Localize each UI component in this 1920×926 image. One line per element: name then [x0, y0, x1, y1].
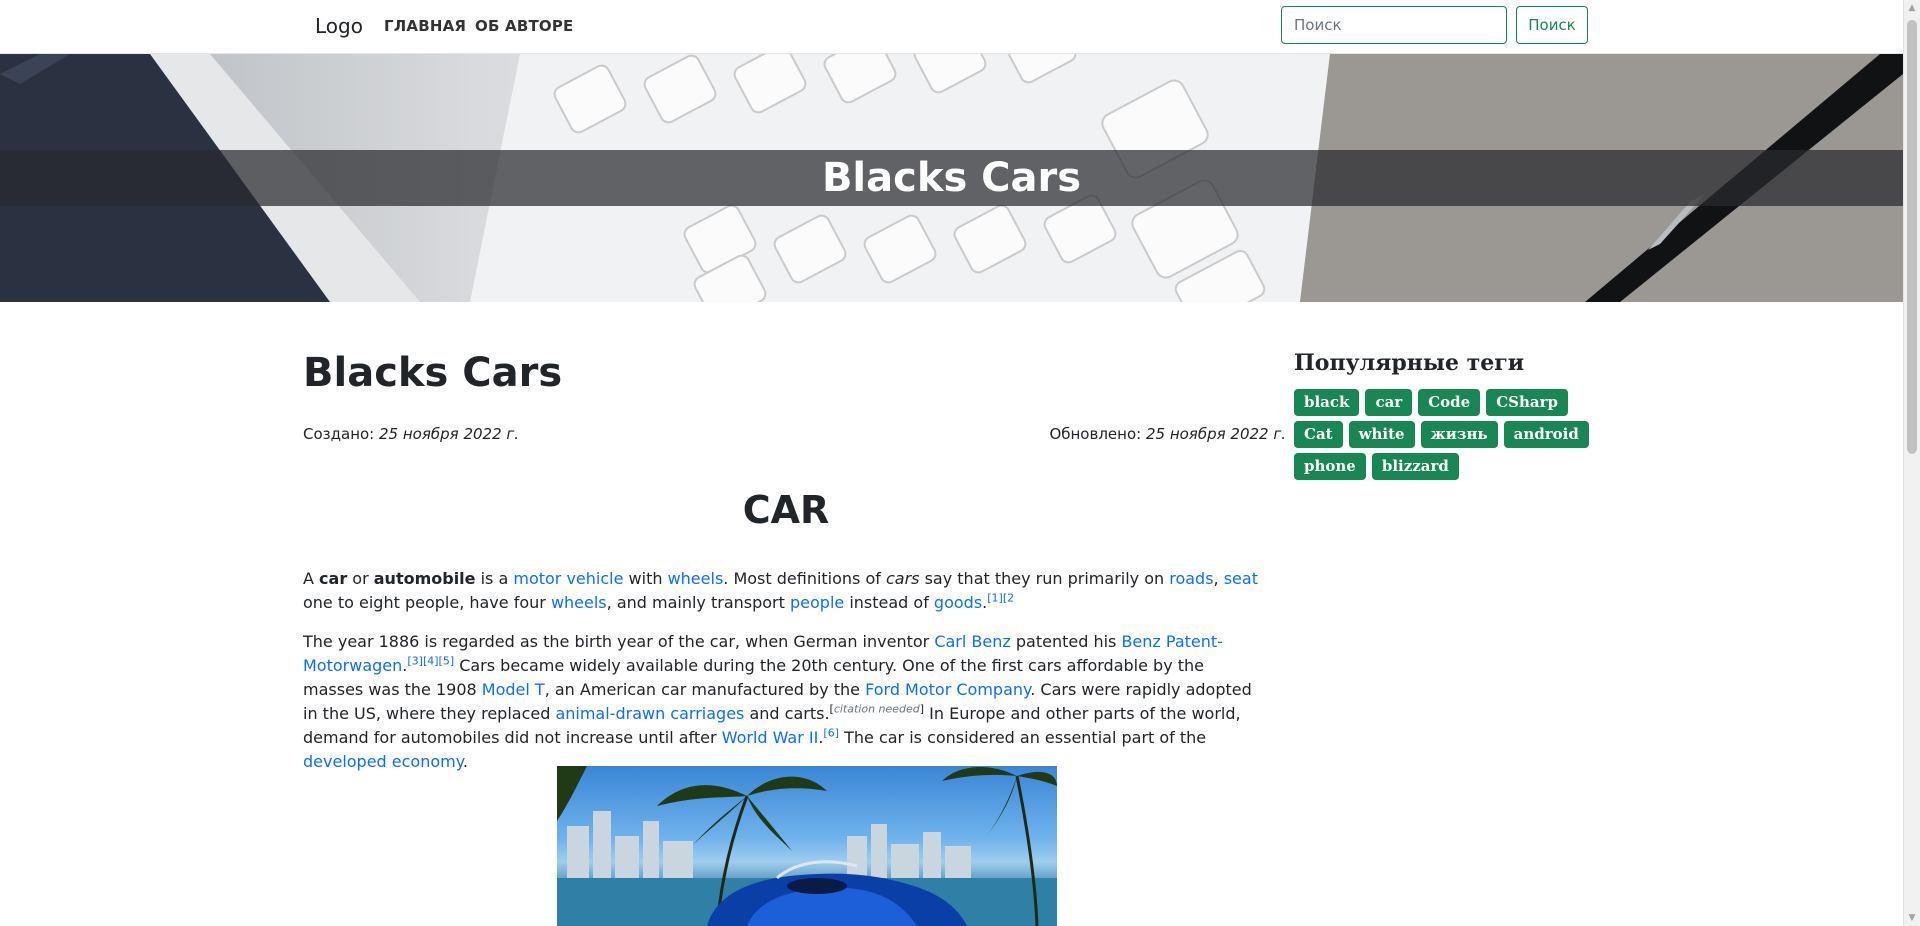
tag-white[interactable]: white — [1348, 421, 1415, 448]
link-animal-drawn-carriages[interactable]: animal-drawn carriages — [555, 704, 744, 723]
link-people[interactable]: people — [790, 593, 844, 612]
car-photo-drawing — [557, 766, 1057, 926]
reference-link[interactable]: [3][4][5] — [407, 655, 454, 668]
scroll-down-arrow-icon[interactable]: ▼ — [1904, 910, 1920, 926]
text: , — [1213, 569, 1224, 588]
tag-blizzard[interactable]: blizzard — [1371, 453, 1459, 480]
link-ford-motor-company[interactable]: Ford Motor Company — [865, 680, 1030, 699]
created-label: Создано: — [303, 425, 375, 443]
article-heading: CAR — [742, 488, 830, 532]
reference-link[interactable]: [6] — [823, 727, 839, 740]
link-goods[interactable]: goods — [934, 593, 982, 612]
tag-life[interactable]: жизнь — [1420, 421, 1498, 448]
text: is a — [475, 569, 514, 588]
created-date: Создано: 25 ноября 2022 г. — [303, 425, 519, 443]
italic-text: cars — [885, 569, 920, 588]
popular-tags-title: Популярные теги — [1294, 350, 1525, 376]
updated-label: Обновлено: — [1049, 425, 1142, 443]
link-model-t[interactable]: Model T — [482, 680, 545, 699]
tag-csharp[interactable]: CSharp — [1486, 389, 1568, 416]
tag-black[interactable]: black — [1294, 389, 1360, 416]
text: The year 1886 is regarded as the birth y… — [303, 632, 935, 651]
text: with — [623, 569, 668, 588]
hero-title: Blacks Cars — [821, 155, 1082, 201]
reference-link[interactable]: [1][2 — [987, 592, 1014, 605]
nav-link-about-author[interactable]: ОБ АВТОРЕ — [475, 17, 573, 35]
link-wheels[interactable]: wheels — [551, 593, 607, 612]
updated-date-value: 25 ноября 2022 г. — [1145, 425, 1286, 443]
link-world-war-ii[interactable]: World War II — [722, 728, 819, 747]
bold-text: automobile — [373, 569, 476, 588]
updated-date: Обновлено: 25 ноября 2022 г. — [1049, 425, 1286, 443]
link-carl-benz[interactable]: Carl Benz — [934, 632, 1010, 651]
text: The car is considered an essential part … — [839, 728, 1207, 747]
link-motor-vehicle[interactable]: motor vehicle — [513, 569, 623, 588]
tag-cat[interactable]: Cat — [1294, 421, 1343, 448]
text: or — [347, 569, 374, 588]
text: . Most definitions of — [723, 569, 886, 588]
tag-list: black car Code CSharp Cat white жизнь an… — [1294, 389, 1594, 480]
text: say that they run primarily on — [919, 569, 1170, 588]
tag-phone[interactable]: phone — [1294, 453, 1366, 480]
tag-code[interactable]: Code — [1418, 389, 1481, 416]
text: A — [303, 569, 320, 588]
navbar: Logo ГЛАВНАЯ ОБ АВТОРЕ Поиск — [0, 0, 1903, 54]
created-date-value: 25 ноября 2022 г. — [379, 425, 520, 443]
search-button[interactable]: Поиск — [1516, 6, 1588, 44]
tag-car[interactable]: car — [1365, 389, 1413, 416]
text: one to eight people, have four — [303, 593, 551, 612]
scrollbar-thumb[interactable] — [1907, 20, 1917, 454]
search-input[interactable] — [1281, 6, 1507, 44]
text: , an American car manufactured by the — [544, 680, 866, 699]
tag-android[interactable]: android — [1503, 421, 1589, 448]
post-title: Blacks Cars — [303, 350, 563, 396]
text: instead of — [844, 593, 934, 612]
brand-logo[interactable]: Logo — [315, 14, 363, 38]
link-wheels[interactable]: wheels — [668, 569, 724, 588]
bold-text: car — [319, 569, 348, 588]
link-developed-economy[interactable]: developed economy — [303, 752, 463, 771]
car-photo — [557, 766, 1057, 926]
text: , and mainly transport — [606, 593, 790, 612]
link-roads[interactable]: roads — [1169, 569, 1213, 588]
article-paragraph-2: The year 1886 is regarded as the birth y… — [303, 630, 1269, 774]
text: patented his — [1010, 632, 1122, 651]
scroll-up-arrow-icon[interactable]: ▲ — [1904, 0, 1920, 16]
citation-needed[interactable]: citation needed — [834, 703, 920, 716]
text: . — [462, 752, 469, 771]
article-paragraph-1: A car or automobile is a motor vehicle w… — [303, 567, 1269, 615]
link-seat[interactable]: seat — [1224, 569, 1258, 588]
hero-banner: Blacks Cars — [0, 54, 1903, 302]
nav-link-home[interactable]: ГЛАВНАЯ — [384, 17, 466, 35]
vertical-scrollbar[interactable]: ▲ ▼ — [1903, 0, 1920, 926]
text: and carts. — [744, 704, 830, 723]
